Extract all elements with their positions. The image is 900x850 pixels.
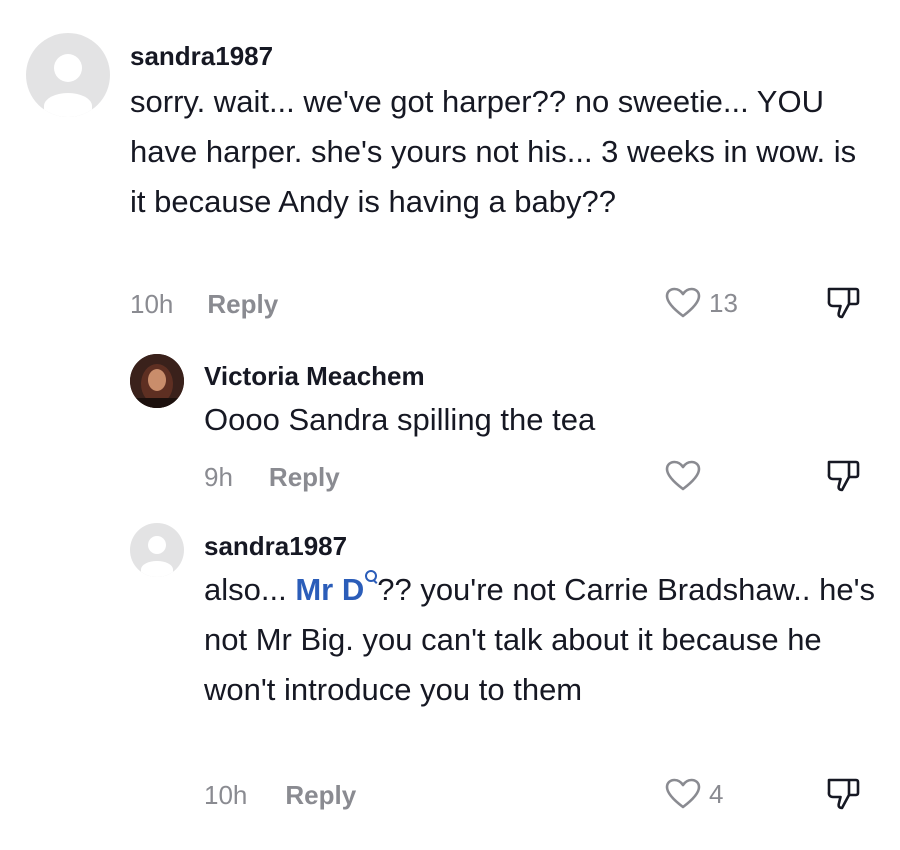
reply-button[interactable]: Reply	[207, 289, 278, 320]
comment-username[interactable]: sandra1987	[130, 41, 860, 71]
thumbs-down-icon	[825, 457, 861, 493]
comment-text: Oooo Sandra spilling the tea	[204, 402, 596, 437]
comment-actions: 10h Reply 4	[204, 778, 870, 812]
avatar[interactable]	[130, 354, 184, 408]
comment-text: also... Mr D?? you're not Carrie Bradsha…	[204, 565, 884, 715]
comment-time: 10h	[130, 288, 174, 319]
like-count: 13	[709, 287, 738, 318]
thumbs-down-icon	[825, 775, 861, 811]
avatar[interactable]	[26, 33, 110, 117]
avatar-shoulders	[44, 93, 92, 117]
heart-outline-icon	[665, 460, 701, 492]
avatar-shoulders	[141, 561, 173, 577]
dislike-button[interactable]	[825, 775, 861, 811]
like-count: 4	[709, 778, 724, 809]
mention-link[interactable]: Mr D	[295, 572, 364, 607]
comment-actions: 10h Reply 13	[130, 287, 870, 321]
profile-photo	[130, 354, 184, 408]
dislike-button[interactable]	[825, 284, 861, 320]
comment-username[interactable]: Victoria Meachem	[204, 361, 894, 391]
comment-time: 10h	[204, 779, 248, 810]
comment: sandra1987 sorry. wait... we've got harp…	[26, 33, 860, 227]
comment-text: sorry. wait... we've got harper?? no swe…	[130, 84, 857, 219]
reply-comment: Victoria Meachem Oooo Sandra spilling th…	[130, 354, 894, 445]
comment-actions: 9h Reply	[204, 460, 870, 494]
heart-outline-icon	[665, 778, 701, 810]
comment-username[interactable]: sandra1987	[204, 531, 894, 561]
reply-button[interactable]: Reply	[269, 462, 340, 493]
reply-button[interactable]: Reply	[285, 780, 356, 811]
avatar[interactable]	[130, 523, 184, 577]
avatar-head	[54, 54, 82, 82]
reply-comment: sandra1987 also... Mr D?? you're not Car…	[130, 523, 894, 715]
comment-text-start: also...	[204, 572, 296, 607]
avatar-head	[148, 536, 166, 554]
thumbs-down-icon	[825, 284, 861, 320]
like-button[interactable]: 13	[665, 287, 738, 319]
search-icon[interactable]	[365, 570, 378, 582]
comment-time: 9h	[204, 461, 233, 492]
heart-outline-icon	[665, 287, 701, 319]
dislike-button[interactable]	[825, 457, 861, 493]
like-button[interactable]: 4	[665, 778, 723, 810]
like-button[interactable]	[665, 460, 709, 492]
